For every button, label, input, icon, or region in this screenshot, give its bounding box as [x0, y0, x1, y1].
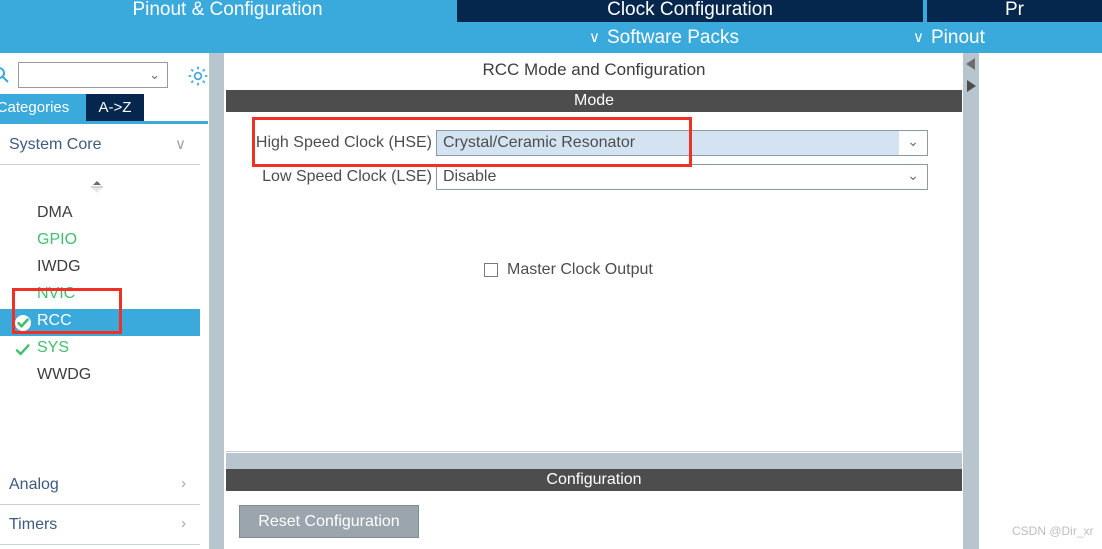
- watermark: CSDN @Dir_xr: [1012, 524, 1094, 538]
- search-input[interactable]: ⌄: [18, 62, 168, 88]
- menu-software-packs[interactable]: ∨ Software Packs: [589, 25, 739, 51]
- chevron-right-icon: ›: [181, 475, 186, 492]
- sidebar-item-iwdg[interactable]: IWDG: [0, 255, 200, 282]
- gear-icon[interactable]: [186, 64, 208, 88]
- chevron-down-icon: ∨: [913, 29, 924, 46]
- sidebar-tab-underline: [0, 121, 208, 124]
- sidebar-search-row: ⌄: [0, 58, 208, 90]
- chevron-down-icon: ⌄: [907, 133, 919, 149]
- menu-pinout-label: Pinout: [930, 27, 985, 48]
- master-clock-output-checkbox[interactable]: [484, 263, 498, 277]
- sidebar-category-analog-label: Analog: [9, 476, 59, 493]
- main-tab-strip: Pinout & Configuration Clock Configurati…: [0, 0, 1102, 22]
- right-pane: [979, 53, 1102, 549]
- sidebar-item-wwdg-label: WWDG: [37, 366, 92, 383]
- sidebar-tab-a-to-z-label: A->Z: [98, 99, 132, 116]
- sidebar-item-nvic[interactable]: NVIC: [0, 282, 200, 309]
- tab-pinout-configuration[interactable]: Pinout & Configuration: [0, 0, 455, 22]
- configuration-section-header: Configuration: [226, 469, 962, 491]
- menu-pinout[interactable]: ∨ Pinout: [913, 25, 985, 51]
- sidebar-item-sys-label: SYS: [37, 339, 70, 356]
- lse-label: Low Speed Clock (LSE): [262, 168, 432, 185]
- reset-configuration-button[interactable]: Reset Configuration: [239, 505, 419, 538]
- tab-clock-configuration-label: Clock Configuration: [607, 0, 773, 20]
- hse-dropdown[interactable]: Crystal/Ceramic Resonator ⌄: [436, 130, 928, 156]
- sidebar-tab-categories[interactable]: Categories: [0, 94, 86, 121]
- sidebar-item-iwdg-label: IWDG: [37, 258, 81, 275]
- sidebar: ⌄ Categories A->Z System Core ∨ DMA GPIO…: [0, 53, 208, 549]
- check-icon: [14, 341, 32, 359]
- sidebar-splitter[interactable]: [208, 53, 225, 549]
- page-title: RCC Mode and Configuration: [226, 53, 962, 86]
- hse-dropdown-value: Crystal/Ceramic Resonator: [443, 134, 636, 151]
- collapse-left-arrow-icon[interactable]: [965, 57, 977, 71]
- chevron-down-icon: ⌄: [149, 67, 160, 82]
- sidebar-category-timers[interactable]: Timers ›: [0, 507, 200, 545]
- menu-software-packs-label: Software Packs: [606, 27, 739, 48]
- sidebar-item-rcc[interactable]: RCC: [0, 309, 200, 336]
- sidebar-category-system-core[interactable]: System Core ∨: [0, 127, 200, 165]
- chevron-right-icon: ›: [181, 515, 186, 532]
- sidebar-category-timers-label: Timers: [9, 516, 58, 533]
- tab-project-manager-label: Pr: [1005, 0, 1024, 20]
- sidebar-item-wwdg[interactable]: WWDG: [0, 363, 200, 390]
- sidebar-item-gpio[interactable]: GPIO: [0, 228, 200, 255]
- right-panel-splitter[interactable]: [962, 53, 979, 549]
- sidebar-item-dma[interactable]: DMA: [0, 201, 200, 228]
- secondary-menu-bar: ∨ Software Packs ∨ Pinout: [0, 22, 1102, 53]
- chevron-down-icon: ∨: [589, 29, 600, 46]
- mode-section-header: Mode: [226, 90, 962, 112]
- hse-label: High Speed Clock (HSE): [255, 134, 432, 151]
- sidebar-item-rcc-label: RCC: [37, 312, 72, 329]
- configuration-section-body: Reset Configuration: [226, 491, 962, 549]
- app-window: Pinout & Configuration Clock Configurati…: [0, 0, 1102, 549]
- mode-section-body: High Speed Clock (HSE) Crystal/Ceramic R…: [226, 112, 962, 452]
- sidebar-category-analog[interactable]: Analog ›: [0, 467, 200, 505]
- sidebar-item-nvic-label: NVIC: [37, 285, 76, 302]
- check-circle-icon: [14, 314, 32, 332]
- rcc-configuration-panel: RCC Mode and Configuration Mode High Spe…: [226, 53, 962, 549]
- sidebar-tab-categories-label: Categories: [0, 99, 70, 116]
- sidebar-item-dma-label: DMA: [37, 204, 73, 221]
- lse-dropdown[interactable]: Disable ⌄: [436, 164, 928, 190]
- lse-dropdown-value: Disable: [443, 168, 497, 185]
- sidebar-view-toggle: Categories A->Z: [0, 94, 208, 121]
- tab-project-manager[interactable]: Pr: [927, 0, 1102, 22]
- sidebar-item-list: DMA GPIO IWDG NVIC RCC SYS WWDG: [0, 201, 200, 390]
- sidebar-item-gpio-label: GPIO: [37, 231, 78, 248]
- tab-pinout-configuration-label: Pinout & Configuration: [132, 0, 323, 20]
- scroll-up-indicator-icon[interactable]: [88, 181, 106, 194]
- section-divider: [226, 453, 962, 469]
- sidebar-tab-a-to-z[interactable]: A->Z: [86, 94, 144, 121]
- chevron-down-icon: ⌄: [907, 167, 919, 183]
- chevron-down-icon: ∨: [175, 136, 186, 153]
- sidebar-item-sys[interactable]: SYS: [0, 336, 200, 363]
- sidebar-category-system-core-label: System Core: [9, 136, 102, 153]
- search-icon: [0, 66, 10, 84]
- tab-clock-configuration[interactable]: Clock Configuration: [455, 0, 925, 22]
- master-clock-output-label: Master Clock Output: [507, 261, 653, 278]
- expand-right-arrow-icon[interactable]: [965, 79, 977, 93]
